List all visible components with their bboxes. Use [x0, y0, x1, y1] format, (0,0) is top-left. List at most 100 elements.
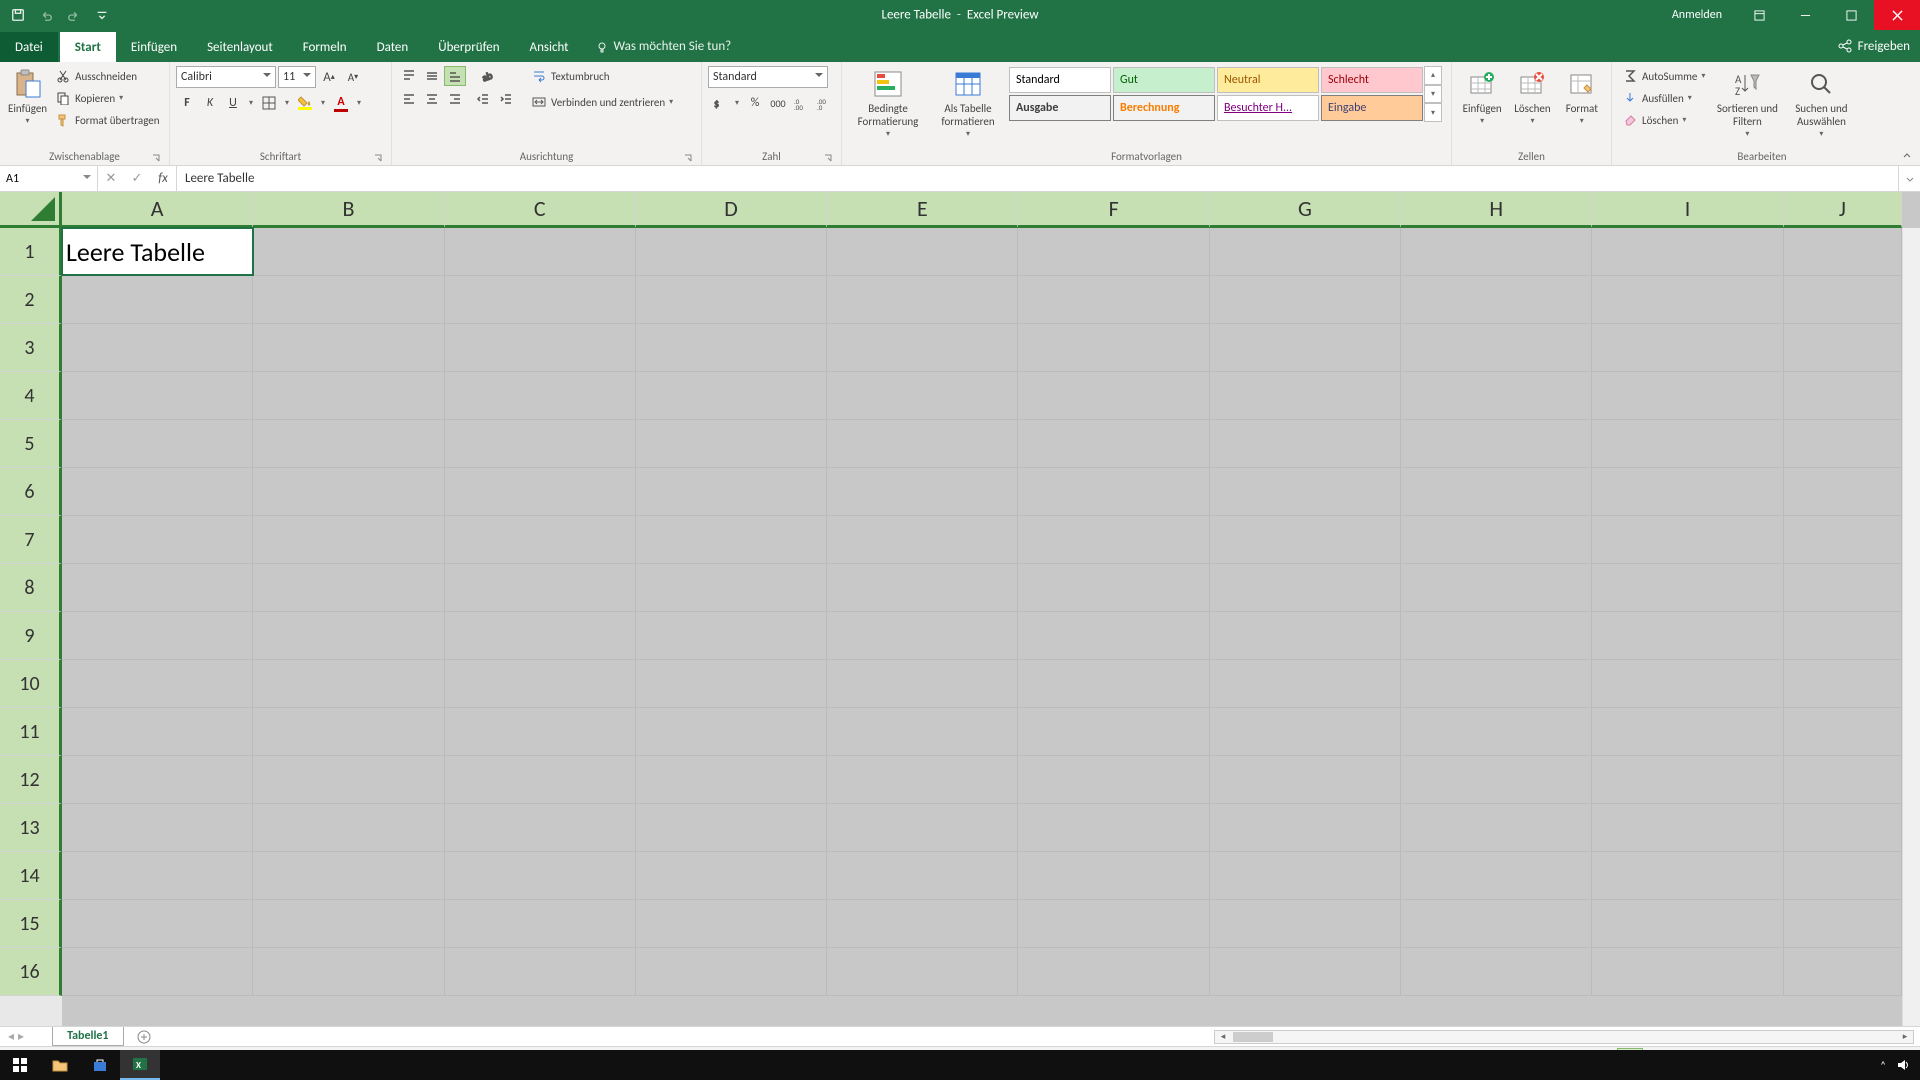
- font-name-input[interactable]: [176, 66, 276, 88]
- cell[interactable]: [62, 372, 253, 419]
- row-header[interactable]: 3: [0, 324, 62, 372]
- align-middle-button[interactable]: [421, 66, 443, 86]
- cell[interactable]: [445, 804, 636, 851]
- cell[interactable]: [1210, 228, 1401, 275]
- cell[interactable]: [1401, 420, 1592, 467]
- column-header[interactable]: I: [1592, 192, 1783, 228]
- cell[interactable]: [827, 852, 1018, 899]
- cell[interactable]: [1210, 564, 1401, 611]
- cell[interactable]: [827, 468, 1018, 515]
- fill-button[interactable]: Ausfüllen▾: [1618, 88, 1709, 108]
- volume-icon[interactable]: [1896, 1058, 1910, 1072]
- tab-start[interactable]: Start: [60, 32, 116, 62]
- cell[interactable]: [1592, 660, 1783, 707]
- sheet-nav-buttons[interactable]: ◂▸: [0, 1029, 32, 1044]
- row-header[interactable]: 6: [0, 468, 62, 516]
- cell[interactable]: [636, 420, 827, 467]
- italic-button[interactable]: K: [199, 92, 221, 114]
- cell[interactable]: [1592, 228, 1783, 275]
- cell[interactable]: [1784, 420, 1902, 467]
- column-header[interactable]: A: [62, 192, 253, 228]
- cell[interactable]: [1784, 612, 1902, 659]
- cell[interactable]: [636, 516, 827, 563]
- font-size-input[interactable]: [278, 66, 316, 88]
- cell[interactable]: [1210, 804, 1401, 851]
- cell[interactable]: [636, 708, 827, 755]
- formula-input[interactable]: Leere Tabelle: [177, 166, 1898, 191]
- wrap-text-button[interactable]: Textumbruch: [527, 66, 677, 86]
- cell[interactable]: [62, 612, 253, 659]
- dialog-launcher-icon[interactable]: [151, 153, 161, 163]
- cell[interactable]: [62, 564, 253, 611]
- close-button[interactable]: [1874, 0, 1920, 30]
- cell[interactable]: [1018, 804, 1209, 851]
- cell[interactable]: [1401, 516, 1592, 563]
- cell[interactable]: [253, 324, 444, 371]
- column-header[interactable]: G: [1210, 192, 1401, 228]
- cell[interactable]: [62, 852, 253, 899]
- cell[interactable]: [62, 420, 253, 467]
- font-color-button[interactable]: A: [330, 92, 352, 114]
- cell[interactable]: [253, 468, 444, 515]
- dialog-launcher-icon[interactable]: [373, 153, 383, 163]
- system-tray[interactable]: ˄: [1880, 1058, 1920, 1072]
- cell[interactable]: [636, 852, 827, 899]
- cell[interactable]: [1401, 708, 1592, 755]
- cell[interactable]: [1784, 756, 1902, 803]
- decrease-decimal-button[interactable]: .00.0: [813, 92, 835, 114]
- column-header[interactable]: E: [827, 192, 1018, 228]
- cell[interactable]: [1018, 420, 1209, 467]
- cell[interactable]: [1784, 228, 1902, 275]
- merge-center-button[interactable]: Verbinden und zentrieren▾: [527, 92, 677, 112]
- cell[interactable]: [1210, 276, 1401, 323]
- cell[interactable]: [636, 804, 827, 851]
- column-header[interactable]: H: [1401, 192, 1592, 228]
- new-sheet-button[interactable]: [134, 1027, 154, 1047]
- cell[interactable]: [1784, 804, 1902, 851]
- increase-decimal-button[interactable]: .0.00: [790, 92, 812, 114]
- cell[interactable]: [1210, 324, 1401, 371]
- cell[interactable]: [253, 900, 444, 947]
- row-headers[interactable]: 12345678910111213141516: [0, 228, 62, 1026]
- format-painter-button[interactable]: Format übertragen: [51, 110, 163, 130]
- cell[interactable]: [1210, 516, 1401, 563]
- minimize-button[interactable]: [1782, 0, 1828, 30]
- cell[interactable]: [636, 756, 827, 803]
- cell[interactable]: [445, 564, 636, 611]
- row-header[interactable]: 7: [0, 516, 62, 564]
- tray-chevron-icon[interactable]: ˄: [1880, 1059, 1886, 1072]
- tab-file[interactable]: Datei: [0, 32, 58, 62]
- row-header[interactable]: 8: [0, 564, 62, 612]
- cell[interactable]: [636, 900, 827, 947]
- insert-cells-button[interactable]: Einfügen▾: [1458, 66, 1506, 129]
- fill-color-button[interactable]: [294, 92, 316, 114]
- cell[interactable]: [62, 804, 253, 851]
- cell[interactable]: [253, 852, 444, 899]
- cell[interactable]: [1784, 516, 1902, 563]
- borders-button[interactable]: [258, 92, 280, 114]
- cell[interactable]: [1592, 324, 1783, 371]
- cell[interactable]: [62, 900, 253, 947]
- cell[interactable]: [1592, 276, 1783, 323]
- cell[interactable]: [1401, 468, 1592, 515]
- cell[interactable]: [827, 372, 1018, 419]
- cell[interactable]: [827, 948, 1018, 995]
- cell[interactable]: [827, 276, 1018, 323]
- row-header[interactable]: 5: [0, 420, 62, 468]
- cell[interactable]: [636, 372, 827, 419]
- column-header[interactable]: J: [1784, 192, 1902, 228]
- cell[interactable]: [1784, 372, 1902, 419]
- cell[interactable]: [445, 324, 636, 371]
- tab-data[interactable]: Daten: [362, 32, 424, 62]
- row-header[interactable]: 15: [0, 900, 62, 948]
- tab-formulas[interactable]: Formeln: [288, 32, 362, 62]
- excel-taskbar[interactable]: X: [120, 1050, 160, 1080]
- font-color-more-icon[interactable]: ▾: [353, 92, 365, 114]
- cell[interactable]: [1592, 564, 1783, 611]
- cell[interactable]: [1401, 372, 1592, 419]
- row-header[interactable]: 13: [0, 804, 62, 852]
- redo-icon[interactable]: [66, 7, 82, 23]
- tell-me-search[interactable]: Was möchten Sie tun?: [584, 31, 744, 62]
- cell[interactable]: [62, 756, 253, 803]
- cell[interactable]: [62, 708, 253, 755]
